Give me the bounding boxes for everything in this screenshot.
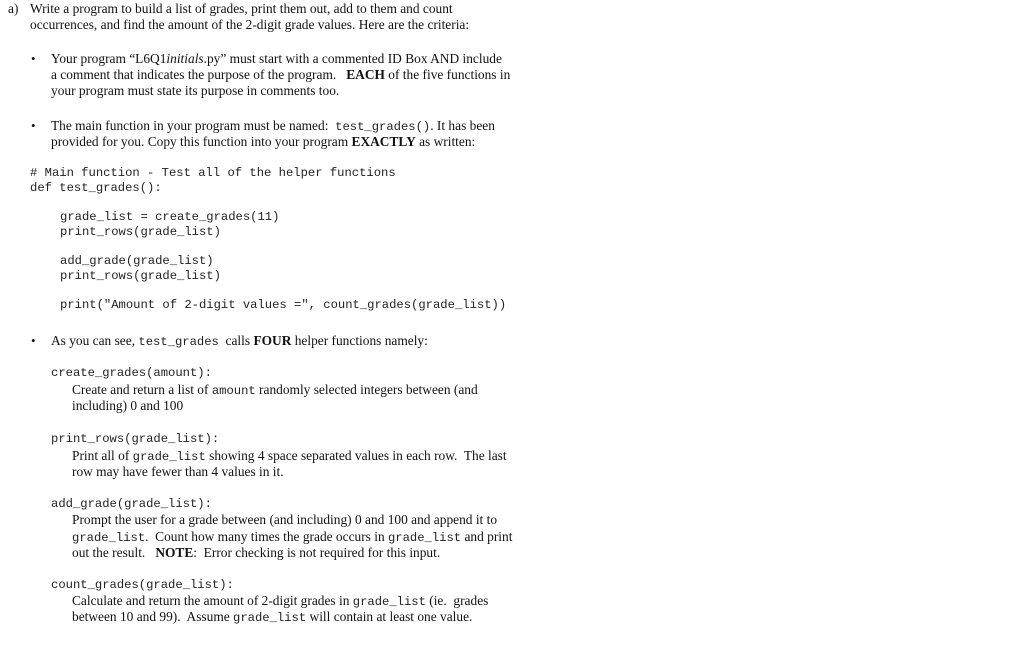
code-def-line: def test_grades(): — [30, 181, 162, 195]
helper-signature: add_grade(grade_list): — [51, 497, 212, 511]
text: helper functions namely: — [291, 333, 428, 348]
code-line: print_rows(grade_list) — [60, 225, 221, 239]
helper-desc-line-2: row may have fewer than 4 values in it. — [72, 464, 284, 479]
text: .py” must start with a commented ID Box … — [203, 51, 502, 66]
inline-code: grade_list — [387, 531, 462, 545]
bullet-3-dot: • — [31, 333, 36, 348]
assignment-page: a) Write a program to build a list of gr… — [0, 0, 1024, 646]
code-line: grade_list = create_grades(11) — [60, 210, 280, 224]
text: will contain at least one value. — [306, 609, 473, 624]
code-comment: # Main function - Test all of the helper… — [30, 166, 396, 180]
helper-signature: print_rows(grade_list): — [51, 432, 220, 446]
emphasis: EXACTLY — [351, 134, 416, 149]
inline-code: grade_list — [132, 450, 206, 464]
text: of the five functions in — [384, 67, 511, 82]
helper-desc-line-2: grade_list. Count how many times the gra… — [72, 529, 512, 547]
emphasis: FOUR — [253, 333, 292, 348]
bullet-2-dot: • — [31, 118, 36, 133]
text: and print — [461, 529, 513, 544]
bullet-3-line: As you can see, test_grades calls FOUR h… — [51, 333, 428, 351]
text: . Count how many times the grade occurs … — [145, 529, 388, 544]
bullet-2-line-2: provided for you. Copy this function int… — [51, 134, 475, 151]
emphasis: EACH — [346, 67, 385, 82]
helper-desc-line-1: Print all of grade_list showing 4 space … — [72, 448, 507, 466]
bullet-1-line-3: your program must state its purpose in c… — [51, 83, 340, 98]
helper-signature: count_grades(grade_list): — [51, 578, 234, 592]
text: randomly selected integers between (and — [255, 382, 478, 397]
inline-code: test_grades() — [335, 120, 431, 134]
inline-code: grade_list — [352, 595, 426, 609]
text: The main function in your program must b… — [51, 118, 336, 133]
intro-line-1: Write a program to build a list of grade… — [30, 1, 453, 16]
text: (ie. grades — [425, 593, 489, 608]
text: . It has been — [430, 118, 495, 133]
helper-desc-line-1: Calculate and return the amount of 2-dig… — [72, 593, 488, 611]
bullet-2-line-1: The main function in your program must b… — [51, 118, 495, 136]
question-label: a) — [8, 1, 19, 16]
text: showing 4 space separated values in each… — [205, 448, 507, 463]
helper-desc-line-1: Create and return a list of amount rando… — [72, 382, 478, 400]
bullet-1-dot: • — [31, 51, 36, 66]
text: as written: — [415, 134, 476, 149]
inline-code: test_grades — [138, 335, 219, 349]
code-line: print_rows(grade_list) — [60, 269, 221, 283]
text: Calculate and return the amount of 2-dig… — [72, 593, 353, 608]
text: between 10 and 99). Assume — [72, 609, 234, 624]
text: Create and return a list of — [72, 382, 212, 397]
inline-code: amount — [211, 384, 256, 398]
text: Your program “L6Q1 — [51, 51, 167, 66]
bullet-1-line-1: Your program “L6Q1initials.py” must star… — [51, 51, 502, 68]
text: calls — [218, 333, 254, 348]
emphasis: NOTE — [155, 545, 194, 560]
text: : Error checking is not required for thi… — [193, 545, 441, 560]
helper-desc-line-3: out the result. NOTE: Error checking is … — [72, 545, 440, 562]
bullet-1-line-2: a comment that indicates the purpose of … — [51, 67, 510, 84]
inline-code: grade_list — [233, 611, 307, 625]
helper-desc-line-1: Prompt the user for a grade between (and… — [72, 512, 498, 527]
text: provided for you. Copy this function int… — [51, 134, 352, 149]
text: out the result. — [72, 545, 156, 560]
helper-desc-line-2: between 10 and 99). Assume grade_list wi… — [72, 609, 472, 627]
helper-desc-line-2: including) 0 and 100 — [72, 398, 184, 413]
helper-signature: create_grades(amount): — [51, 366, 212, 380]
code-line: add_grade(grade_list) — [60, 254, 214, 268]
inline-code: grade_list — [72, 531, 146, 545]
text: As you can see, — [51, 333, 139, 348]
text: a comment that indicates the purpose of … — [51, 67, 347, 82]
intro-line-2: occurrences, and find the amount of the … — [30, 17, 470, 32]
text: Print all of — [72, 448, 133, 463]
code-line: print("Amount of 2-digit values =", coun… — [60, 298, 507, 312]
filename-italic: initials — [166, 51, 204, 66]
